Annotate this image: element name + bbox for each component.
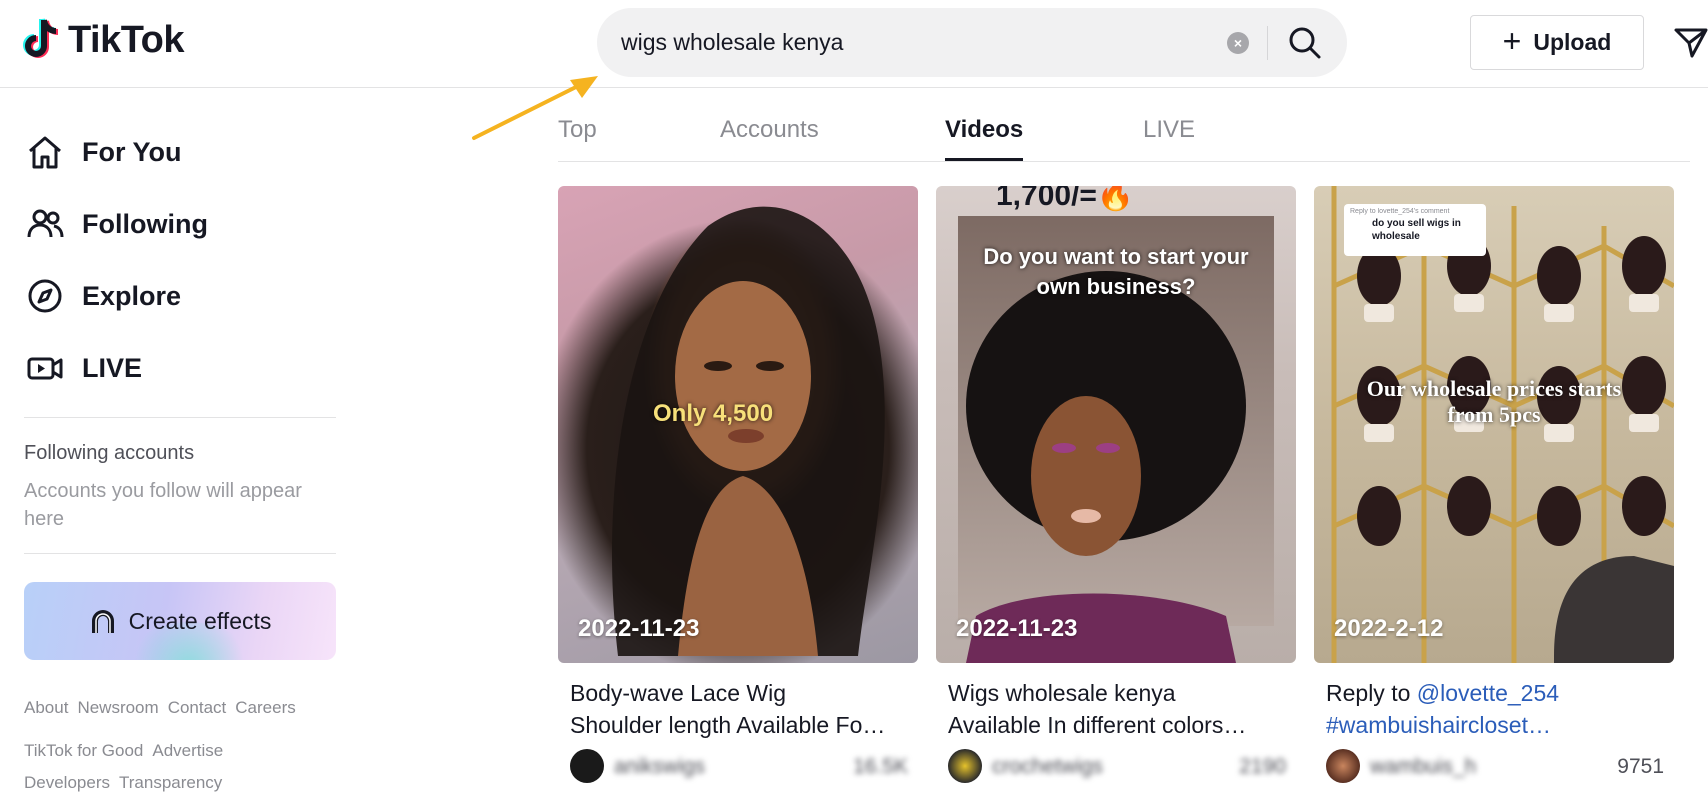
tab-top[interactable]: Top <box>558 116 597 144</box>
send-message-icon[interactable] <box>1673 24 1708 60</box>
tiktok-logo[interactable]: TikTok <box>22 16 184 64</box>
tab-accounts[interactable]: Accounts <box>720 116 819 144</box>
logo-text: TikTok <box>68 18 184 61</box>
upload-button[interactable]: + Upload <box>1470 15 1644 70</box>
footer-links-row: About Newsroom Contact Careers <box>24 698 296 718</box>
footer-link-advertise[interactable]: Advertise <box>152 741 223 761</box>
search-input[interactable] <box>621 8 1201 77</box>
upload-label: Upload <box>1533 29 1612 55</box>
footer-link-developers[interactable]: Developers <box>24 773 110 793</box>
video-date: 2022-11-23 <box>956 615 1078 642</box>
video-card[interactable]: 1,700/=🔥 Do you want to start your own b… <box>936 186 1296 785</box>
search-icon[interactable] <box>1287 25 1323 61</box>
live-camera-icon <box>27 357 63 380</box>
video-description-line: Body-wave Lace Wig <box>570 680 787 706</box>
mention-link[interactable]: @lovette_254 <box>1417 680 1559 706</box>
comment-reply-sticker: Reply to lovette_254's comment do you se… <box>1344 204 1486 256</box>
username[interactable]: anikswigs <box>614 755 705 779</box>
search-result-tabs: Top Accounts Videos LIVE <box>558 112 1690 162</box>
sidebar-item-live[interactable]: LIVE <box>26 343 142 393</box>
video-thumbnail[interactable]: Only 4,500 2022-11-23 <box>558 186 918 663</box>
sidebar-divider <box>24 553 336 554</box>
footer-link-tiktok-for-good[interactable]: TikTok for Good <box>24 741 143 761</box>
video-description-line: Shoulder length Available Fo… <box>570 712 886 738</box>
video-meta: wambuis_h 9751 <box>1314 747 1674 785</box>
footer-link-about[interactable]: About <box>24 698 68 718</box>
people-icon <box>27 209 64 238</box>
sidebar-item-following[interactable]: Following <box>26 199 208 249</box>
video-date: 2022-2-12 <box>1334 615 1444 642</box>
video-description-line: Reply to @lovette_254 <box>1326 677 1662 709</box>
hashtag-link[interactable]: #wambuishaircloset… <box>1326 709 1662 741</box>
following-accounts-heading: Following accounts <box>24 442 195 464</box>
video-thumbnail[interactable]: Reply to lovette_254's comment do you se… <box>1314 186 1674 663</box>
comment-reply-header: Reply to lovette_254's comment <box>1350 208 1450 215</box>
video-date: 2022-11-23 <box>578 615 700 642</box>
video-overlay-text: Our wholesale prices starts from 5pcs <box>1366 376 1622 427</box>
video-meta: crochetwigs 2190 <box>936 747 1296 785</box>
compass-icon <box>28 279 62 313</box>
view-count: 2190 <box>1239 755 1286 778</box>
video-card[interactable]: Reply to lovette_254's comment do you se… <box>1314 186 1674 785</box>
footer-link-newsroom[interactable]: Newsroom <box>77 698 158 718</box>
video-description[interactable]: Body-wave Lace Wig Shoulder length Avail… <box>558 677 906 741</box>
sidebar-item-explore[interactable]: Explore <box>26 271 181 321</box>
sidebar: For You Following Explore LIVE Following… <box>0 89 350 811</box>
sidebar-item-label: Following <box>82 208 208 239</box>
footer-links-row: Developers Transparency <box>24 773 222 793</box>
video-card[interactable]: Only 4,500 2022-11-23 Body-wave Lace Wig… <box>558 186 918 785</box>
view-count: 9751 <box>1617 755 1664 778</box>
username[interactable]: crochetwigs <box>992 755 1103 779</box>
video-thumbnail[interactable]: 1,700/=🔥 Do you want to start your own b… <box>936 186 1296 663</box>
video-overlay-text: Only 4,500 <box>653 400 774 427</box>
avatar[interactable] <box>1326 749 1360 783</box>
tab-videos[interactable]: Videos <box>945 116 1023 144</box>
sidebar-item-label: For You <box>82 136 182 167</box>
video-description-line: Available In different colors… <box>948 712 1247 738</box>
video-description[interactable]: Wigs wholesale kenya Available In differ… <box>936 677 1284 741</box>
home-icon <box>29 136 61 169</box>
footer-link-careers[interactable]: Careers <box>235 698 295 718</box>
footer-links-row: TikTok for Good Advertise <box>24 741 223 761</box>
tab-live[interactable]: LIVE <box>1143 116 1195 144</box>
username[interactable]: wambuis_h <box>1370 755 1476 779</box>
tiktok-logo-icon <box>23 18 59 58</box>
video-description-line: Wigs wholesale kenya <box>948 680 1176 706</box>
video-meta: anikswigs 16.5K <box>558 747 918 785</box>
avatar[interactable] <box>570 749 604 783</box>
sidebar-divider <box>24 417 336 418</box>
plus-icon: + <box>1502 23 1522 59</box>
video-overlay-text: Do you want to start your own business? <box>983 244 1249 299</box>
create-effects-label: Create effects <box>128 607 272 634</box>
create-effects-button[interactable]: Create effects <box>24 582 336 660</box>
footer-link-contact[interactable]: Contact <box>168 698 227 718</box>
search-divider <box>1267 26 1268 60</box>
avatar[interactable] <box>948 749 982 783</box>
video-description[interactable]: Reply to @lovette_254 #wambuishaircloset… <box>1314 677 1662 741</box>
clear-search-icon[interactable]: × <box>1227 32 1249 54</box>
reply-prefix: Reply to <box>1326 680 1417 706</box>
following-accounts-note: Accounts you follow will appear here <box>24 480 302 530</box>
effect-house-icon <box>91 610 114 633</box>
search-bar: × <box>597 8 1347 77</box>
active-tab-indicator <box>945 158 1023 161</box>
view-count: 16.5K <box>853 755 908 778</box>
video-overlay-price: 1,700/=🔥 <box>996 186 1135 212</box>
sidebar-item-label: Explore <box>82 280 182 311</box>
sidebar-item-for-you[interactable]: For You <box>26 127 182 177</box>
comment-reply-text: do you sell wigs in wholesale <box>1372 218 1461 242</box>
top-header: TikTok × + Upload <box>0 0 1708 88</box>
sidebar-item-label: LIVE <box>82 352 143 383</box>
footer-link-transparency[interactable]: Transparency <box>119 773 222 793</box>
